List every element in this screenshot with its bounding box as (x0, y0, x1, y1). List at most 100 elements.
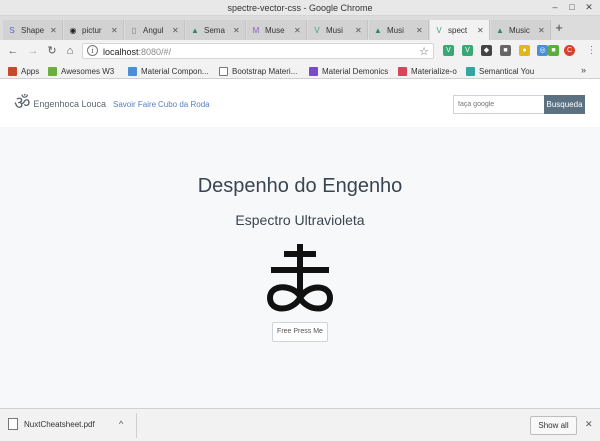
forward-icon[interactable]: → (26, 44, 40, 58)
bookmark-favicon-icon (128, 66, 137, 76)
bookmark-favicon-icon (398, 66, 407, 76)
green-triangle-icon: ▲ (374, 25, 382, 35)
web-page: ॐ Engenhoca Louca Savoir Faire Cubo da R… (0, 80, 600, 408)
square-icon[interactable]: ■ (500, 45, 511, 56)
bookmark-item[interactable]: Bootstrap Materi... (219, 65, 297, 77)
puzzle-icon[interactable]: ◆ (481, 45, 492, 56)
maximize-button[interactable]: □ (566, 2, 578, 12)
bookmark-label: Material Compon... (141, 66, 209, 76)
new-tab-button[interactable]: + (552, 20, 566, 36)
tab-label: Music (509, 25, 530, 35)
reload-icon[interactable]: ↻ (45, 44, 59, 58)
tab-5[interactable]: V Musi ✕ (308, 20, 368, 40)
close-download-bar-icon[interactable]: ✕ (585, 419, 593, 430)
close-tab-icon[interactable]: ✕ (538, 26, 546, 35)
vue-icon[interactable]: V (462, 45, 473, 56)
tab-label: spect (448, 25, 468, 35)
nav-link-savoir-faire[interactable]: Savoir Faire (113, 100, 156, 109)
back-icon[interactable]: ← (6, 44, 20, 58)
nav-link-cubo-da-roda[interactable]: Cubo da Roda (158, 100, 210, 109)
bookmark-item[interactable]: Materialize-o (398, 65, 457, 77)
bookmark-favicon-icon (48, 66, 57, 76)
search-button[interactable]: Busqueda (544, 95, 585, 114)
bookmark-item[interactable]: Semantical You (466, 65, 534, 77)
close-tab-icon[interactable]: ✕ (50, 26, 58, 35)
tab-label: Sema (204, 25, 225, 35)
page-heading: Despenho do Engenho (197, 175, 403, 197)
bookmarks-overflow-icon[interactable]: » (581, 65, 586, 75)
sulfur-symbol-icon (266, 244, 334, 312)
pdf-file-icon (8, 418, 18, 430)
tab-8[interactable]: ▲ Music ✕ (491, 20, 551, 40)
show-all-button[interactable]: Show all (530, 416, 577, 435)
vue-devtools-icon[interactable]: V (443, 45, 454, 56)
tab-label: Musi (326, 25, 343, 35)
close-window-button[interactable]: ✕ (583, 2, 595, 13)
green-triangle-icon: ▲ (191, 25, 199, 35)
free-press-me-button[interactable]: Free Press Me (272, 322, 328, 342)
close-tab-icon[interactable]: ✕ (355, 26, 363, 35)
address-bar[interactable]: i localhost:8080/#/ ☆ (82, 43, 434, 59)
bookmark-item[interactable]: Apps (8, 65, 39, 77)
chevron-up-icon[interactable]: ^ (119, 419, 123, 429)
url-host: localhost (103, 47, 139, 57)
menu-icon[interactable]: ⋮ (586, 45, 597, 56)
bookmark-item[interactable]: Material Compon... (128, 65, 209, 77)
vue-icon: V (314, 25, 320, 35)
close-tab-icon[interactable]: ✕ (233, 26, 241, 35)
tab-label: Muse (265, 25, 285, 35)
minimize-button[interactable]: – (549, 2, 561, 12)
bookmark-favicon-icon (8, 66, 17, 76)
bookmark-label: Semantical You (479, 66, 535, 76)
bookmark-item[interactable]: Material Demonics (309, 65, 388, 77)
close-tab-icon[interactable]: ✕ (477, 26, 485, 35)
tab-1[interactable]: ◉ pictur ✕ (64, 20, 124, 40)
tab-6[interactable]: ▲ Musi ✕ (369, 20, 429, 40)
close-tab-icon[interactable]: ✕ (172, 26, 180, 35)
url-path: :8080/#/ (138, 47, 172, 57)
om-icon: ॐ (14, 93, 31, 114)
download-file-name: NuxtCheatsheet.pdf (24, 419, 95, 429)
bookmark-label: Material Demonics (322, 66, 389, 76)
bookmark-label: Materialize-o (411, 66, 457, 76)
brand-name: Engenhoca Louca (33, 99, 106, 109)
bookmark-favicon-icon (466, 66, 475, 76)
close-tab-icon[interactable]: ✕ (416, 26, 424, 35)
window-titlebar: spectre-vector-css - Google Chrome – □ ✕ (0, 0, 600, 16)
yellow-icon[interactable]: ● (519, 45, 530, 56)
bookmarks-bar: Apps Awesomes W3 Material Compon... Bootstr… (0, 62, 600, 79)
purple-m-icon: M (252, 25, 260, 35)
tab-7[interactable]: Vspect ✕ (430, 20, 490, 40)
tab-label: Shape (21, 25, 45, 35)
close-tab-icon[interactable]: ✕ (294, 26, 302, 35)
chrome-icon[interactable]: ◎ (537, 45, 548, 56)
download-bar: NuxtCheatsheet.pdf ^ Show all ✕ (0, 408, 600, 441)
green-ext-icon[interactable]: ■ (548, 45, 559, 56)
circle-blue-icon: S (9, 25, 15, 35)
close-tab-icon[interactable]: ✕ (111, 26, 119, 35)
tab-0[interactable]: S Shape ✕ (3, 20, 63, 40)
bookmark-label: Bootstrap Materi... (232, 66, 298, 76)
bookmark-item[interactable]: Awesomes W3 (48, 65, 114, 77)
site-brand[interactable]: ॐ Engenhoca Louca (14, 95, 106, 113)
vue-icon: V (436, 25, 442, 35)
download-item[interactable]: NuxtCheatsheet.pdf (8, 418, 95, 430)
bookmark-label: Awesomes W3 (61, 66, 115, 76)
info-icon[interactable]: i (87, 45, 98, 56)
tab-2[interactable]: ▯ Angul ✕ (125, 20, 185, 40)
green-triangle-icon: ▲ (496, 25, 504, 35)
divider (136, 413, 137, 438)
site-navbar: ॐ Engenhoca Louca Savoir Faire Cubo da R… (0, 80, 600, 127)
tab-label: pictur (82, 25, 102, 35)
tab-strip: S Shape ✕ ◉ pictur ✕ ▯ Angul ✕ ▲ Sema ✕ M Muse ✕ V Musi ✕… (0, 16, 600, 40)
bookmark-label: Apps (21, 66, 40, 76)
home-icon[interactable]: ⌂ (63, 44, 77, 58)
window-title: spectre-vector-css - Google Chrome (227, 3, 373, 13)
search-input[interactable] (453, 95, 545, 114)
bookmark-star-icon[interactable]: ☆ (419, 45, 429, 58)
profile-icon[interactable]: C (564, 45, 575, 56)
tab-4[interactable]: M Muse ✕ (247, 20, 307, 40)
bookmark-favicon-icon (309, 66, 318, 76)
url-text: localhost:8080/#/ (103, 47, 171, 57)
tab-3[interactable]: ▲ Sema ✕ (186, 20, 246, 40)
